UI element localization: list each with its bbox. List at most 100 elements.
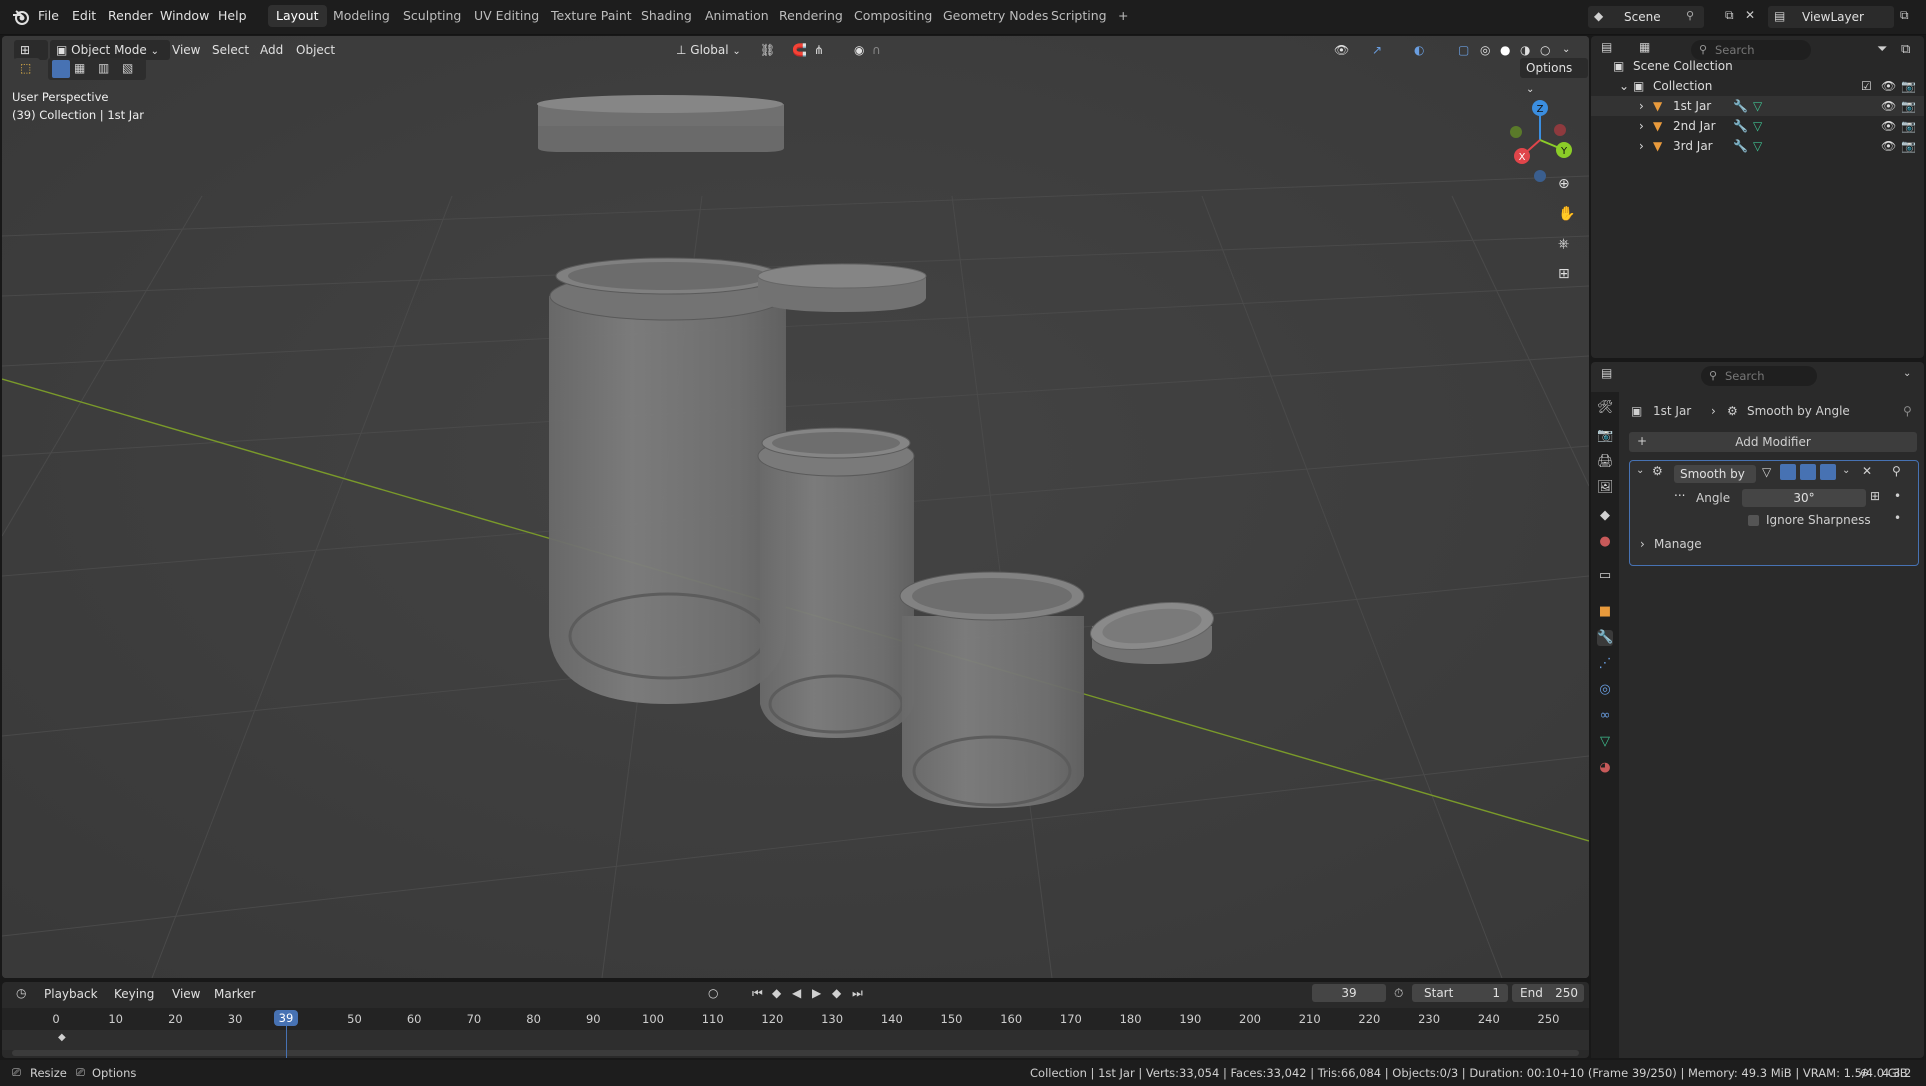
tab-rendering[interactable]: Rendering: [771, 5, 851, 27]
pin-icon[interactable]: ⚲: [1892, 464, 1901, 478]
gizmo-toggle-icon[interactable]: ↗: [1372, 40, 1382, 60]
play-icon[interactable]: ▶: [812, 986, 821, 1000]
clock-icon[interactable]: ◷: [16, 986, 26, 1000]
jump-start-icon[interactable]: ⏮: [752, 986, 763, 1001]
edit-mode-toggle-icon[interactable]: ▽: [1762, 465, 1771, 479]
select-tool-button[interactable]: ⬚: [14, 58, 40, 80]
chevron-down-icon[interactable]: ⌄: [1903, 368, 1911, 379]
playback-menu[interactable]: Playback: [44, 984, 98, 1004]
rendered-shading-icon[interactable]: ○: [1540, 40, 1550, 60]
output-tab-icon[interactable]: 🖨: [1597, 454, 1614, 470]
collection-tab-icon[interactable]: ▭: [1597, 568, 1613, 584]
jump-end-icon[interactable]: ⏭: [852, 986, 863, 1001]
material-tab-icon[interactable]: ◕: [1597, 760, 1613, 776]
outliner-item-3rd-jar[interactable]: › ▼ 3rd Jar 🔧 ▽ 👁 📷: [1591, 136, 1924, 156]
editor-type-button[interactable]: ⊞: [14, 40, 48, 60]
tab-uv-editing[interactable]: UV Editing: [466, 5, 547, 27]
eye-icon[interactable]: 👁: [1881, 116, 1896, 136]
marker-menu[interactable]: Marker: [214, 984, 255, 1004]
outliner-collection[interactable]: ⌄ ▣ Collection ☑ 👁 📷: [1591, 76, 1924, 96]
playhead-frame-badge[interactable]: 39: [274, 1010, 298, 1026]
selection-mode-group[interactable]: ▦ ▥ ▧: [48, 58, 146, 80]
menu-edit[interactable]: Edit: [72, 8, 96, 23]
tab-compositing[interactable]: Compositing: [846, 5, 940, 27]
menu-render[interactable]: Render: [108, 8, 153, 23]
timeline-scrollbar[interactable]: [12, 1050, 1579, 1056]
visibility-icon[interactable]: 👁: [1334, 40, 1349, 60]
end-frame-field[interactable]: End 250: [1512, 984, 1584, 1002]
properties-search[interactable]: ⚲ Search: [1701, 366, 1817, 386]
chevron-down-icon[interactable]: ⌄: [1619, 76, 1629, 96]
menu-select[interactable]: Select: [212, 40, 249, 60]
filter-icon[interactable]: ⏷: [1877, 42, 1887, 57]
tab-modeling[interactable]: Modeling: [325, 5, 398, 27]
tab-sculpting[interactable]: Sculpting: [395, 5, 469, 27]
menu-file[interactable]: File: [38, 8, 59, 23]
start-frame-field[interactable]: Start 1: [1412, 984, 1508, 1002]
tab-texture-paint[interactable]: Texture Paint: [543, 5, 640, 27]
falloff-icon[interactable]: ∩: [872, 40, 881, 60]
new-collection-icon[interactable]: ⧉: [1901, 42, 1910, 57]
chevron-right-icon[interactable]: ›: [1640, 537, 1645, 551]
shading-dropdown-icon[interactable]: ⌄: [1562, 40, 1570, 60]
menu-object[interactable]: Object: [296, 40, 335, 60]
snap-target-icon[interactable]: ⋔: [814, 40, 824, 60]
tab-shading[interactable]: Shading: [633, 5, 700, 27]
properties-editor-type-icon[interactable]: ▤: [1601, 366, 1627, 386]
pin-icon[interactable]: ⚲: [1686, 9, 1694, 22]
constraints-tab-icon[interactable]: ∞: [1597, 708, 1613, 724]
checkbox-icon[interactable]: ☑: [1861, 76, 1872, 96]
modifier-name-field[interactable]: Smooth by ...: [1674, 465, 1756, 499]
prev-keyframe-icon[interactable]: ◆: [772, 986, 781, 1000]
object-tab-icon[interactable]: ■: [1597, 604, 1613, 620]
render-tab-icon[interactable]: 📷: [1597, 428, 1613, 444]
physics-tab-icon[interactable]: ◎: [1597, 682, 1613, 698]
select-new-icon[interactable]: [52, 60, 70, 78]
new-view-layer-icon[interactable]: ⧉: [1900, 8, 1909, 23]
chevron-right-icon[interactable]: ›: [1639, 116, 1644, 136]
tab-geometry-nodes[interactable]: Geometry Nodes: [935, 5, 1056, 27]
record-icon[interactable]: ○: [708, 986, 718, 1000]
data-tab-icon[interactable]: ▽: [1597, 734, 1613, 750]
outliner-item-2nd-jar[interactable]: › ▼ 2nd Jar 🔧 ▽ 👁 📷: [1591, 116, 1924, 136]
keyframe-track[interactable]: [2, 1030, 1589, 1050]
ignore-sharpness-checkbox[interactable]: [1748, 515, 1759, 526]
mode-dropdown[interactable]: ▣ Object Mode ⌄: [50, 40, 170, 60]
view-layer-tab-icon[interactable]: 🖼: [1597, 480, 1614, 496]
tab-layout[interactable]: Layout: [268, 5, 327, 27]
add-workspace-button[interactable]: +: [1110, 5, 1136, 27]
close-icon[interactable]: ✕: [1862, 464, 1872, 478]
third-jar[interactable]: [899, 571, 1085, 808]
on-cage-toggle-icon[interactable]: [1780, 464, 1796, 480]
chevron-right-icon[interactable]: ›: [1639, 96, 1644, 116]
outliner-scene-collection[interactable]: ▣ Scene Collection: [1591, 56, 1924, 76]
add-modifier-button[interactable]: + Add Modifier: [1629, 432, 1917, 452]
play-reverse-icon[interactable]: ◀: [792, 986, 801, 1000]
menu-window[interactable]: Window: [160, 8, 209, 23]
angle-field[interactable]: 30°: [1742, 489, 1866, 507]
solid-shading-icon[interactable]: ●: [1500, 40, 1510, 60]
camera-view-icon[interactable]: ⎈: [1558, 236, 1569, 252]
world-tab-icon[interactable]: ●: [1597, 534, 1613, 550]
zoom-icon[interactable]: ⊕: [1558, 176, 1570, 192]
xray-toggle-icon[interactable]: ▢: [1458, 40, 1469, 60]
next-keyframe-icon[interactable]: ◆: [832, 986, 841, 1000]
scene-tab-icon[interactable]: ◆: [1597, 508, 1613, 524]
material-shading-icon[interactable]: ◑: [1520, 40, 1530, 60]
new-scene-icon[interactable]: ⧉: [1725, 8, 1734, 23]
camera-icon[interactable]: 📷: [1901, 96, 1916, 116]
camera-icon[interactable]: 📷: [1901, 116, 1916, 136]
wireframe-shading-icon[interactable]: ◎: [1480, 40, 1490, 60]
menu-help[interactable]: Help: [218, 8, 247, 23]
pan-hand-icon[interactable]: ✋: [1558, 206, 1575, 222]
tab-animation[interactable]: Animation: [697, 5, 777, 27]
blender-logo-icon[interactable]: [12, 8, 30, 26]
proportional-edit-icon[interactable]: ◉: [854, 40, 864, 60]
snap-icon[interactable]: 🧲: [792, 40, 807, 60]
pivot-icon[interactable]: ⛓: [760, 40, 775, 60]
tab-scripting[interactable]: Scripting: [1043, 5, 1115, 27]
view-layer-selector[interactable]: ▤ ViewLayer: [1768, 6, 1894, 28]
outliner-item-1st-jar[interactable]: › ▼ 1st Jar 🔧 ▽ 👁 📷: [1591, 96, 1924, 116]
chevron-right-icon[interactable]: ›: [1639, 136, 1644, 156]
keying-menu[interactable]: Keying: [114, 984, 154, 1004]
